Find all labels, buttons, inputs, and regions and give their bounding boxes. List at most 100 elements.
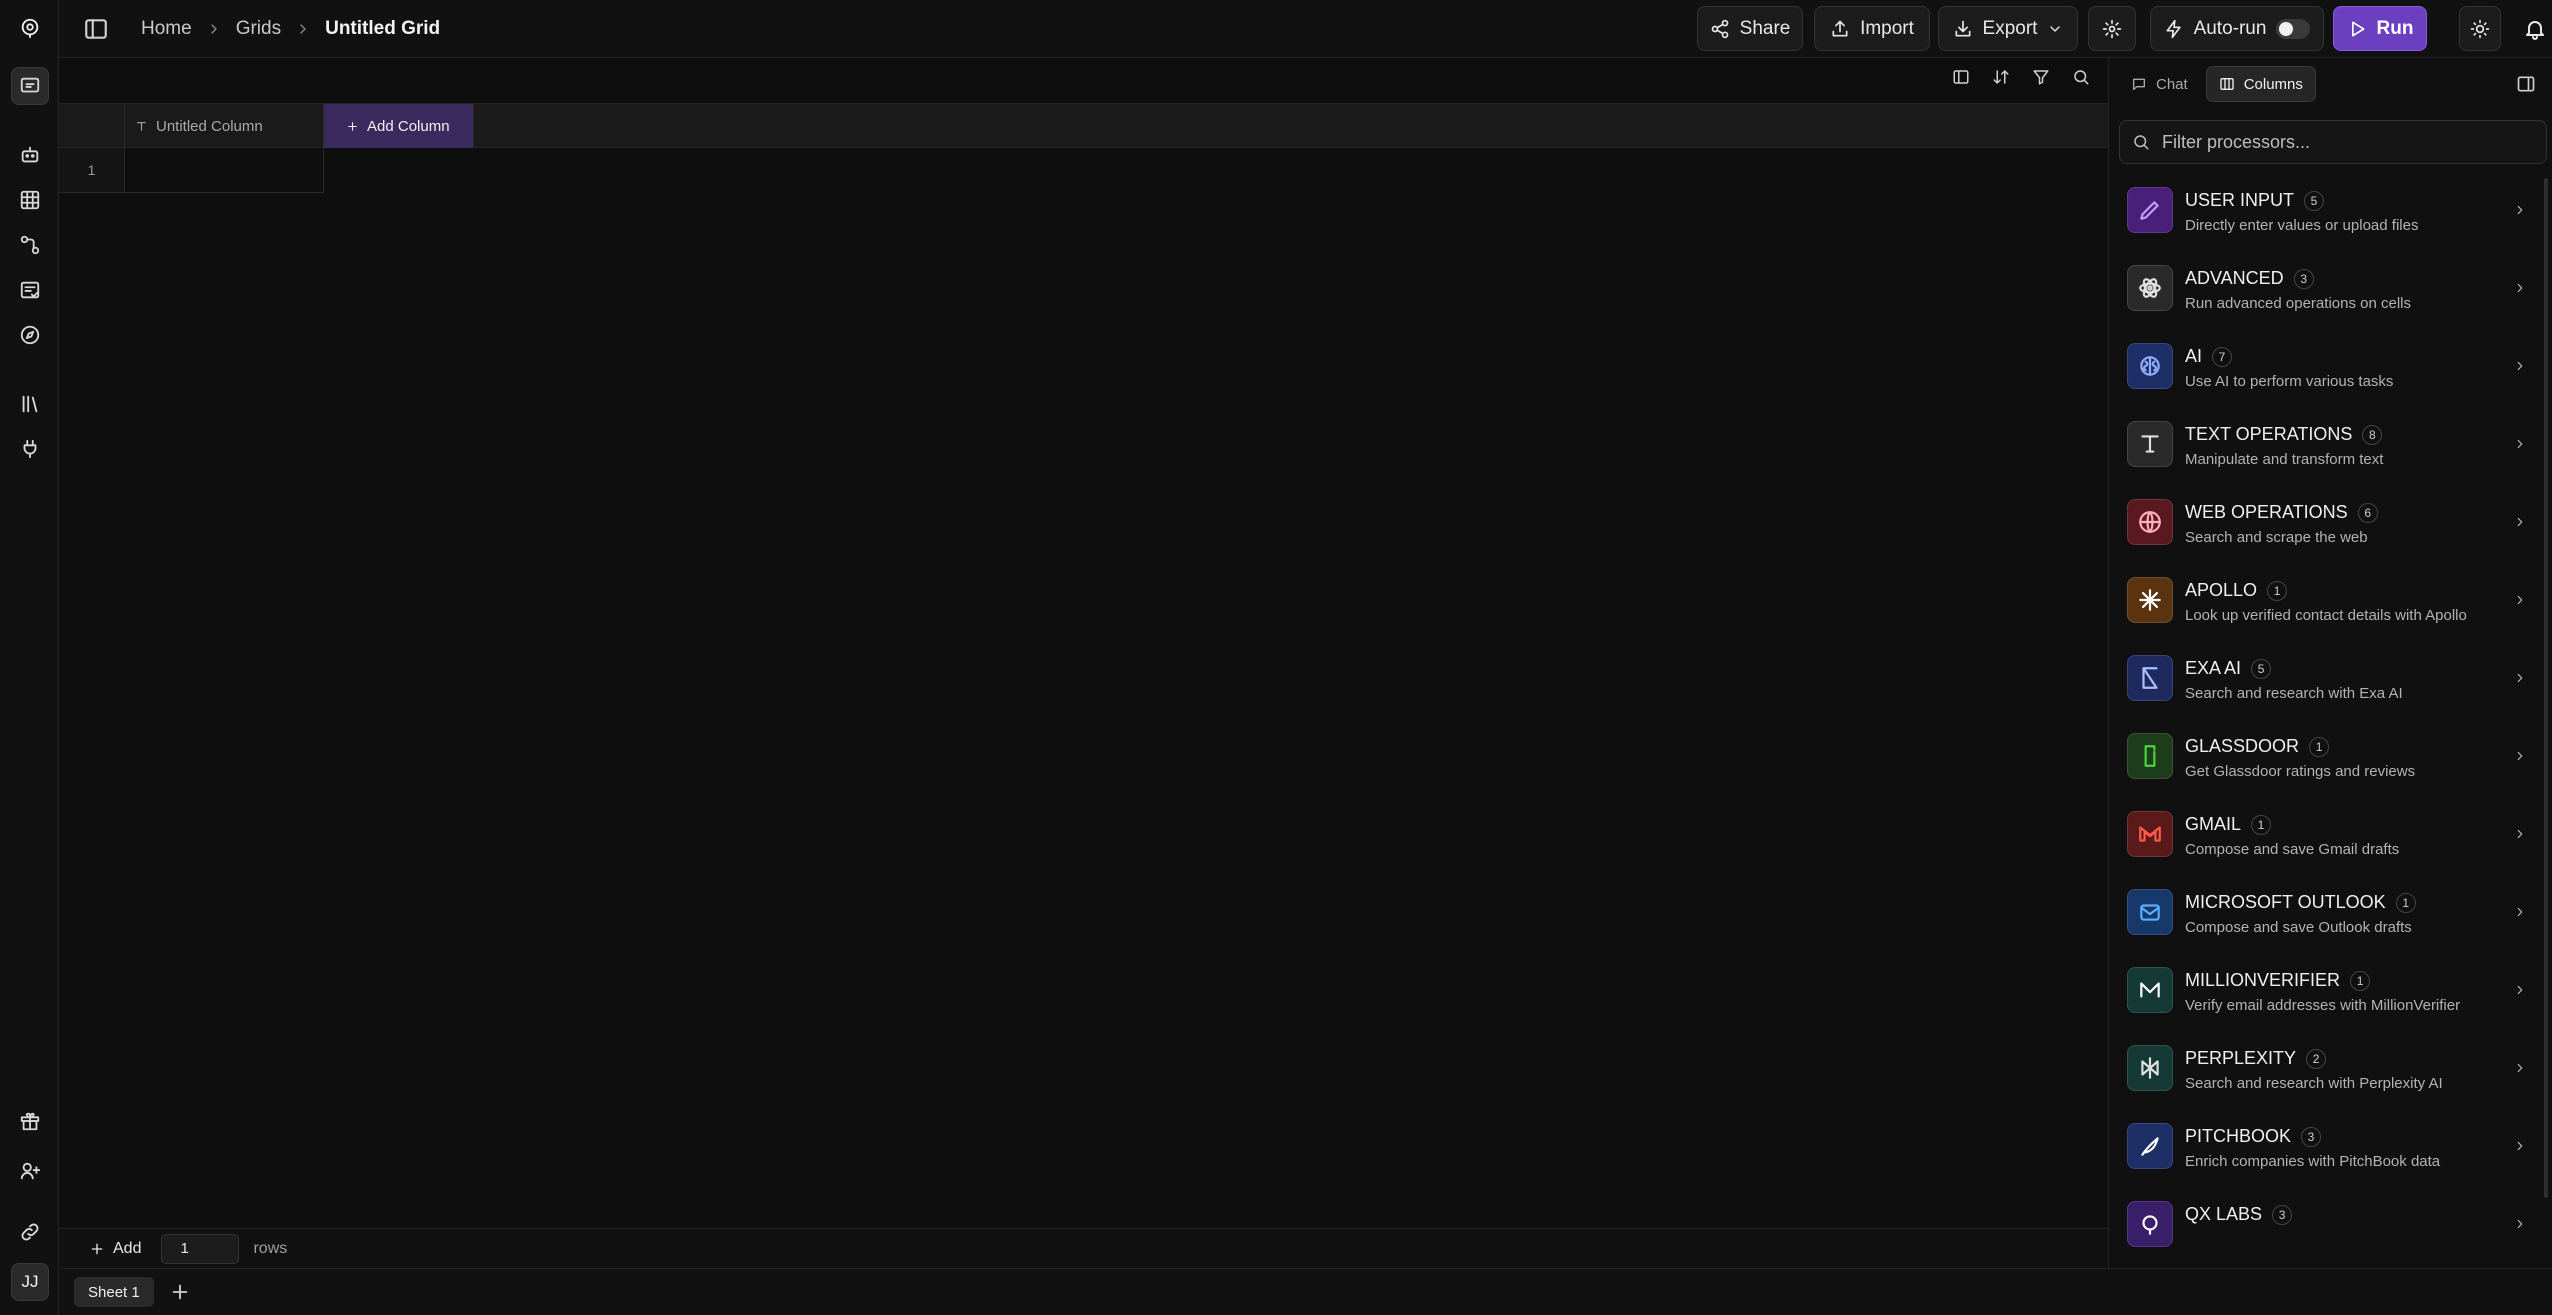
autorun-toggle[interactable]: Auto-run (2150, 6, 2324, 51)
breadcrumb-grids[interactable]: Grids (236, 18, 281, 40)
processor-description: Use AI to perform various tasks (2185, 373, 2394, 390)
panel-collapse-icon[interactable] (2516, 74, 2536, 94)
settings-button[interactable] (2088, 6, 2136, 51)
left-rail: JJ (0, 0, 59, 1315)
processor-title: AI (2185, 346, 2203, 366)
processor-title-row: QX LABS 3 (2185, 1204, 2293, 1225)
processor-item[interactable]: TEXT OPERATIONS 8 Manipulate and transform… (2109, 406, 2552, 483)
notifications-button[interactable] (2514, 6, 2552, 51)
sheet-tab[interactable]: Sheet 1 (74, 1277, 154, 1307)
share-button[interactable]: Share (1697, 6, 1803, 51)
qx-labs-icon (2127, 1201, 2173, 1247)
grid-toolbar (1952, 68, 2090, 86)
chevron-right-icon (2517, 907, 2523, 917)
processor-item[interactable]: AI 7 Use AI to perform various tasks (2109, 328, 2552, 405)
row-index[interactable]: 1 (59, 148, 125, 193)
processor-description: Look up verified contact details with Ap… (2185, 607, 2467, 624)
sort-icon[interactable] (1992, 68, 2010, 86)
processor-title: APOLLO (2185, 580, 2258, 600)
workflow-nav-icon[interactable] (11, 226, 49, 264)
autorun-switch[interactable] (2276, 18, 2311, 39)
top-bar: Home Grids Untitled Grid Share Import Ex… (59, 0, 2552, 58)
breadcrumb: Home Grids Untitled Grid (141, 0, 440, 58)
processor-item[interactable]: APOLLO 1 Look up verified contact details … (2109, 562, 2552, 639)
filter-icon[interactable] (2032, 68, 2050, 86)
processor-count-badge: 6 (2357, 502, 2378, 523)
link-icon[interactable] (11, 1213, 49, 1251)
processor-title-row: MILLIONVERIFIER 1 (2185, 970, 2371, 991)
import-label: Import (1860, 17, 1914, 39)
processor-title: QX LABS (2185, 1204, 2263, 1224)
chevron-right-icon (2517, 1219, 2523, 1229)
processor-item[interactable]: USER INPUT 5 Directly enter values or uplo… (2109, 172, 2552, 249)
plus-icon (348, 121, 357, 131)
processor-description: Search and scrape the web (2185, 529, 2368, 546)
processor-item[interactable]: QX LABS 3 (2109, 1186, 2552, 1263)
perplexity-icon (2127, 1045, 2173, 1091)
millionverifier-icon (2127, 967, 2173, 1013)
processor-title: MICROSOFT OUTLOOK (2185, 892, 2386, 912)
processor-count-badge: 3 (2272, 1204, 2293, 1225)
compass-nav-icon[interactable] (11, 316, 49, 354)
processor-description: Search and research with Exa AI (2185, 685, 2403, 702)
chat-icon (2133, 78, 2145, 90)
rows-count-input[interactable] (161, 1233, 240, 1264)
processor-item[interactable]: WEB OPERATIONS 6 Search and scrape the web (2109, 484, 2552, 561)
chevron-right-icon (2517, 673, 2523, 683)
processor-count-badge: 1 (2251, 814, 2272, 835)
library-nav-icon[interactable] (11, 385, 49, 423)
add-user-icon[interactable] (11, 1152, 49, 1190)
add-column-button[interactable]: Add Column (324, 104, 474, 148)
tab-chat[interactable]: Chat (2119, 66, 2200, 102)
tab-columns[interactable]: Columns (2205, 66, 2316, 102)
robot-nav-icon[interactable] (11, 136, 49, 174)
panel-scrollbar[interactable] (2544, 178, 2548, 1198)
run-button[interactable]: Run (2333, 6, 2427, 51)
processor-item[interactable]: GLASSDOOR 1 Get Glassdoor ratings and revi… (2109, 718, 2552, 795)
sidebar-toggle-icon[interactable] (83, 16, 109, 42)
search-icon[interactable] (2072, 68, 2090, 86)
grid-header: Untitled Column Add Column (59, 103, 2108, 148)
chevron-right-icon (2517, 985, 2523, 995)
layout-icon[interactable] (1952, 68, 1970, 86)
page-title[interactable]: Untitled Grid (325, 18, 440, 40)
processor-item[interactable]: MICROSOFT OUTLOOK 1 Compose and save Outlo… (2109, 874, 2552, 951)
processor-item[interactable]: ADVANCED 3 Run advanced operations on cell… (2109, 250, 2552, 327)
export-button[interactable]: Export (1938, 6, 2078, 51)
gear-icon (2102, 19, 2122, 38)
processor-count-badge: 1 (2350, 970, 2371, 991)
processor-item[interactable]: GMAIL 1 Compose and save Gmail drafts (2109, 796, 2552, 873)
plus-icon (91, 1243, 103, 1254)
column-header[interactable]: Untitled Column (125, 104, 324, 148)
processor-item[interactable]: PERPLEXITY 2 Search and research with Perp… (2109, 1030, 2552, 1107)
forms-nav-icon[interactable] (11, 271, 49, 309)
processor-title-row: GMAIL 1 (2185, 814, 2272, 835)
processor-count-badge: 1 (2395, 892, 2416, 913)
import-button[interactable]: Import (1814, 6, 1930, 51)
breadcrumb-home[interactable]: Home (141, 18, 192, 40)
processor-count-badge: 5 (2251, 658, 2272, 679)
add-sheet-icon[interactable] (169, 1281, 191, 1303)
panel-tabs: Chat Columns (2119, 66, 2316, 102)
processor-item[interactable]: EXA AI 5 Search and research with Exa AI (2109, 640, 2552, 717)
app-logo-icon[interactable] (11, 9, 49, 47)
filter-box (2119, 120, 2547, 164)
processor-item[interactable]: MILLIONVERIFIER 1 Verify email addresses w… (2109, 952, 2552, 1029)
chevron-right-icon (2517, 829, 2523, 839)
search-icon (2134, 135, 2149, 150)
grid-nav-icon[interactable] (11, 181, 49, 219)
tab-chat-label: Chat (2156, 75, 2188, 93)
processor-title-row: APOLLO 1 (2185, 580, 2288, 601)
chat-nav-icon[interactable] (11, 67, 49, 105)
filter-processors-input[interactable] (2162, 131, 2542, 153)
theme-toggle-button[interactable] (2459, 6, 2501, 51)
processor-description: Verify email addresses with MillionVerif… (2185, 997, 2461, 1014)
gift-icon[interactable] (11, 1102, 49, 1140)
user-avatar[interactable]: JJ (11, 1263, 49, 1301)
plug-nav-icon[interactable] (11, 430, 49, 468)
grid-cell[interactable] (125, 148, 324, 193)
export-label: Export (1982, 17, 2038, 39)
add-rows-button[interactable]: Add (89, 1240, 141, 1258)
processor-title: EXA AI (2185, 658, 2242, 678)
processor-item[interactable]: PITCHBOOK 3 Enrich companies with PitchBoo… (2109, 1108, 2552, 1185)
